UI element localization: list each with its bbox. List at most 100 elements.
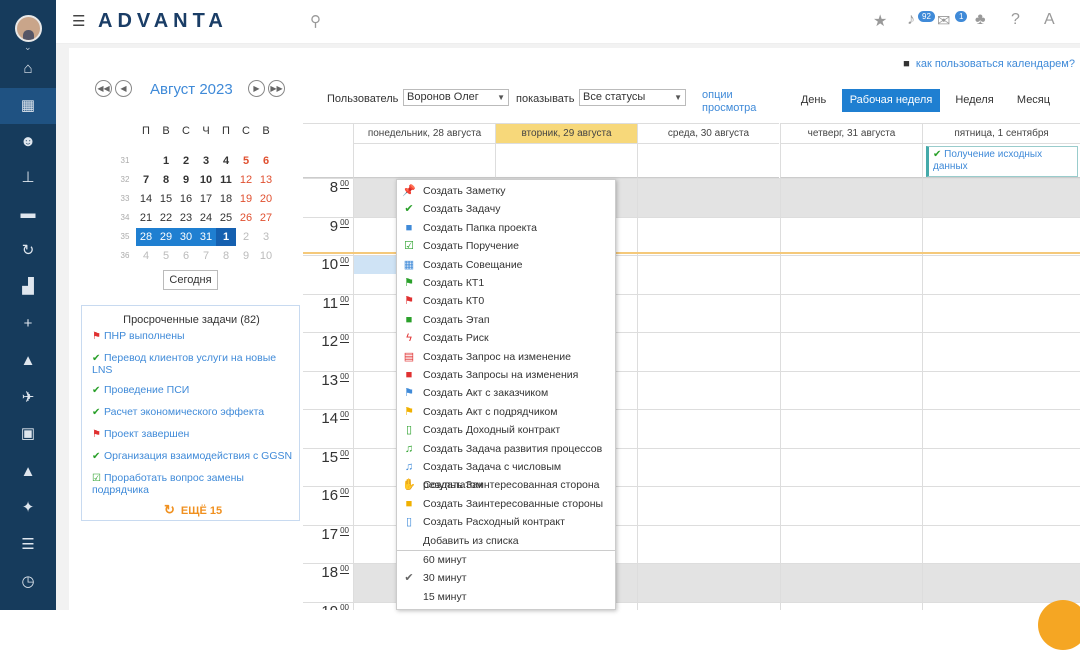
plane-icon[interactable]: ✈ [0,380,56,416]
refresh-icon[interactable]: ↻ [0,233,56,269]
analytics-icon[interactable]: ▟ [0,269,56,305]
overdue-task[interactable]: ⚑ ПНР выполнены [92,330,185,342]
overdue-task[interactable]: ☑ Проработать вопрос замены подрядчика [92,472,299,496]
calendar-day[interactable]: 15 [156,190,176,208]
allday-cell[interactable]: ✔ Получение исходных данных [922,143,1080,178]
duration-option[interactable]: ✔ 30 минут [397,569,615,587]
context-menu-item[interactable]: ■ Создать Заинтересованные стороны [397,495,615,513]
today-button[interactable]: Сегодня [163,270,218,290]
calendar-day[interactable]: 12 [236,171,256,189]
thumbs-up-icon[interactable]: ♣ [975,11,986,29]
calendar-day[interactable]: 6 [256,152,276,170]
star-icon[interactable]: ★ [873,11,887,31]
logo[interactable]: ADVANTA [98,10,228,33]
calendar-day[interactable]: 22 [156,209,176,227]
view-options-link[interactable]: опции просмотра [702,89,756,115]
duration-option[interactable]: 15 минут [397,588,615,606]
menu-toggle-icon[interactable]: ☰ [72,12,85,30]
calendar-day[interactable]: 27 [256,209,276,227]
warning-icon[interactable]: ▲ [0,454,56,490]
chat-fab-button[interactable] [1038,600,1080,650]
status-select[interactable]: Все статусы ▼ [579,89,686,106]
calendar-day[interactable]: 1 [156,152,176,170]
calendar-day[interactable]: 13 [256,171,276,189]
context-menu-item[interactable]: ♫ Создать Задача развития процессов [397,440,615,458]
day-header[interactable]: среда, 30 августа [637,123,779,143]
avatar[interactable] [15,15,42,42]
plus-icon[interactable]: + [0,306,56,342]
context-menu-item[interactable]: Добавить из списка [397,532,615,550]
calendar-day[interactable]: 7 [196,247,216,265]
day-header[interactable]: четверг, 31 августа [780,123,922,143]
overdue-task[interactable]: ✔ Расчет экономического эффекта [92,406,264,418]
how-to-link[interactable]: ■ как пользоваться календарем? [903,58,1075,70]
calendar-day[interactable]: 3 [256,228,276,246]
calendar-day[interactable]: 10 [196,171,216,189]
next-year-button[interactable]: ▶▶ [268,80,285,97]
calendar-day[interactable]: 31 [196,228,216,246]
day-header[interactable]: вторник, 29 августа [495,123,637,143]
calendar-day[interactable]: 16 [176,190,196,208]
briefcase-icon[interactable]: ▣ [0,416,56,452]
calendar-day[interactable]: 26 [236,209,256,227]
overdue-task[interactable]: ✔ Проведение ПСИ [92,384,189,396]
settings-icon[interactable]: A [1044,11,1055,29]
calendar-day[interactable]: 19 [236,190,256,208]
calendar-day[interactable]: 7 [136,171,156,189]
context-menu-item[interactable]: 📌 Создать Заметку [397,182,615,200]
calendar-day[interactable]: 17 [196,190,216,208]
context-menu-item[interactable]: ▤ Создать Запрос на изменение [397,348,615,366]
calendar-day[interactable]: 8 [216,247,236,265]
help-icon[interactable]: ? [1011,11,1020,29]
view-tab[interactable]: Неделя [945,89,1004,112]
calendar-day[interactable]: 3 [196,152,216,170]
calendar-day[interactable]: 4 [136,247,156,265]
overdue-task[interactable]: ⚑ Проект завершен [92,428,189,440]
overdue-task[interactable]: ✔ Перевод клиентов услуги на новые LNS [92,352,299,376]
overdue-task[interactable]: ✔ Организация взаимодействия с GGSN [92,450,292,462]
context-menu-item[interactable]: ϟ Создать Риск [397,329,615,347]
prev-year-button[interactable]: ◀◀ [95,80,112,97]
context-menu-item[interactable]: ♫ Создать Задача с числовым результатом [397,458,615,491]
context-menu-item[interactable]: ✋ Создать Заинтересованная сторона [397,476,615,494]
context-menu-item[interactable]: ▦ Создать Совещание [397,256,615,274]
context-menu-item[interactable]: ■ Создать Этап [397,311,615,329]
calendar-day[interactable]: 9 [176,171,196,189]
context-menu-item[interactable]: ⚑ Создать КТ0 [397,292,615,310]
graduation-icon[interactable]: ▲ [0,343,56,379]
allday-cell[interactable] [495,143,637,178]
sparkle-icon[interactable]: ✦ [0,490,56,526]
duration-option[interactable]: 60 минут [397,551,615,569]
more-button[interactable]: ↻ ЕЩЁ 15 [164,502,222,518]
view-tab[interactable]: Месяц [1007,89,1060,112]
calendar-day[interactable]: 2 [236,228,256,246]
search-icon[interactable]: ⚲ [310,12,321,30]
calendar-day[interactable]: 29 [156,228,176,246]
calendar-day[interactable]: 25 [216,209,236,227]
calendar-day[interactable]: 11 [216,171,236,189]
context-menu-item[interactable]: ▯ Создать Расходный контракт [397,513,615,531]
next-month-button[interactable]: ▶ [248,80,265,97]
calendar-day[interactable]: 10 [256,247,276,265]
view-tab[interactable]: Рабочая неделя [842,89,940,112]
context-menu-item[interactable]: ⚑ Создать Акт с заказчиком [397,384,615,402]
org-structure-icon[interactable]: ⊥ [0,160,56,196]
calendar-day[interactable]: 4 [216,152,236,170]
selected-slot[interactable] [354,256,398,274]
context-menu-item[interactable]: ⚑ Создать КТ1 [397,274,615,292]
view-tab[interactable]: День [791,89,836,112]
calendar-day[interactable]: 1 [216,228,236,246]
calendar-day[interactable]: 9 [236,247,256,265]
context-menu-item[interactable]: ■ Создать Папка проекта [397,219,615,237]
users-icon[interactable]: ☻ [0,124,56,160]
context-menu-item[interactable]: ☑ Создать Поручение [397,237,615,255]
allday-cell[interactable] [637,143,779,178]
calendar-day[interactable]: 20 [256,190,276,208]
day-header[interactable]: пятница, 1 сентября [922,123,1080,143]
day-header[interactable]: понедельник, 28 августа [353,123,495,143]
calendar-day[interactable]: 8 [156,171,176,189]
calendar-day[interactable]: 21 [136,209,156,227]
allday-cell[interactable] [353,143,495,178]
calendar-day[interactable]: 28 [136,228,156,246]
prev-month-button[interactable]: ◀ [115,80,132,97]
